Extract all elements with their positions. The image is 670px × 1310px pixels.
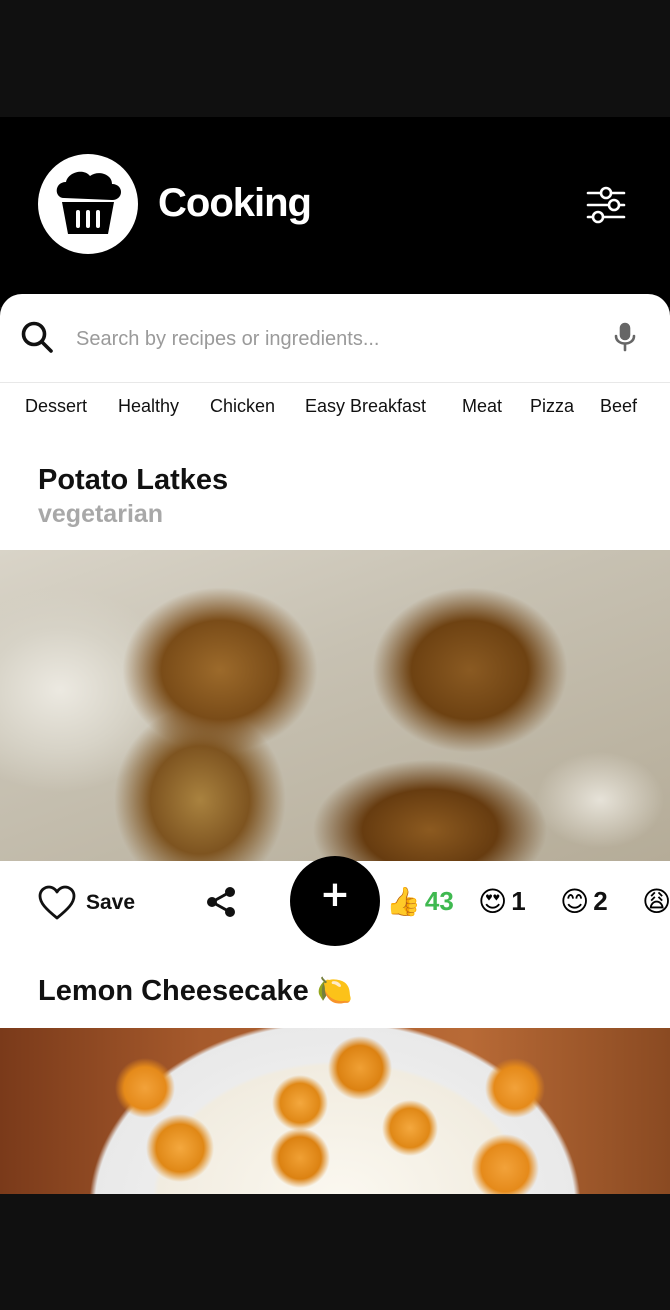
recipe-title[interactable]: Potato Latkes [38,464,228,497]
app-header: Cooking [0,117,670,307]
heart-icon[interactable] [38,885,76,921]
category-chip[interactable]: Pizza [530,396,574,417]
category-chip[interactable]: Healthy [118,396,179,417]
save-button[interactable]: Save [86,891,135,915]
reaction-smile[interactable]: 😊 2 [560,885,608,921]
sliders-icon [586,186,626,224]
recipe-tag: vegetarian [38,500,164,528]
category-chips: Dessert Healthy Chicken Easy Breakfast M… [0,396,670,426]
search-bar [0,294,670,383]
muffin-icon [56,171,121,234]
reaction-thumbs-up[interactable]: 👍 43 [386,885,454,921]
status-bar [0,0,670,117]
search-input[interactable] [76,322,576,356]
microphone-icon[interactable] [612,322,638,352]
recipe-photo[interactable] [0,1028,670,1194]
category-chip[interactable]: Chicken [210,396,275,417]
reaction-weary[interactable]: 😩 [642,885,670,921]
reaction-heart-eyes[interactable]: 😍 1 [478,885,526,921]
add-recipe-button[interactable]: + [290,856,380,946]
app-title: Cooking [158,181,312,225]
search-icon [21,321,53,353]
recipe-title[interactable]: Lemon Cheesecake 🍋 [38,974,353,1008]
category-chip[interactable]: Meat [462,396,502,417]
category-chip[interactable]: Dessert [25,396,87,417]
category-chip[interactable]: Easy Breakfast [305,396,426,417]
navigation-bar [0,1194,670,1310]
recipe-photo[interactable] [0,550,670,861]
share-icon[interactable] [204,885,238,919]
plus-icon: + [319,874,351,915]
filter-button[interactable] [584,183,628,227]
app-logo [38,154,138,254]
content-sheet: Dessert Healthy Chicken Easy Breakfast M… [0,294,670,1194]
category-chip[interactable]: Beef [600,396,637,417]
